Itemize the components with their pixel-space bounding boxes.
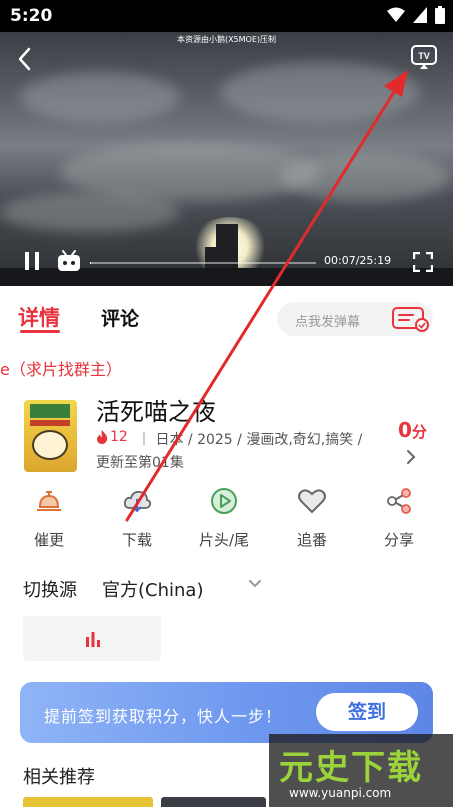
battery-icon	[435, 6, 445, 24]
danmaku-input[interactable]: 点我发弹幕	[277, 302, 433, 336]
action-download[interactable]: 下载	[97, 486, 177, 550]
svg-text:TV: TV	[418, 51, 430, 61]
tv-cast-icon[interactable]: TV	[410, 44, 438, 70]
chevron-right-icon[interactable]	[405, 448, 417, 466]
episode-item[interactable]	[23, 616, 161, 661]
video-watermark: 本资源由小鹅(X5MOE)压制	[176, 35, 277, 44]
heart-icon	[298, 489, 326, 514]
show-meta: ｜ 日本 / 2025 / 漫画改,奇幻,搞笑 /	[137, 432, 363, 448]
show-poster[interactable]	[24, 400, 77, 472]
action-follow[interactable]: 追番	[272, 486, 352, 550]
notice-text: e（求片找群主）	[0, 360, 122, 379]
action-intro-outro[interactable]: 片头/尾	[184, 486, 264, 550]
pause-icon[interactable]	[24, 252, 42, 272]
source-label: 切换源	[23, 580, 77, 601]
play-circle-icon	[211, 488, 237, 514]
signin-button[interactable]: 签到	[316, 693, 418, 731]
action-row: 催更 下载 片头/尾 追番 分享	[0, 486, 453, 550]
chevron-down-icon[interactable]	[246, 576, 264, 592]
back-arrow-icon[interactable]	[14, 46, 36, 72]
score-value: 0	[398, 418, 412, 442]
flame-icon	[97, 430, 108, 444]
action-label: 片头/尾	[198, 531, 250, 549]
progress-bar[interactable]	[90, 262, 316, 264]
bell-icon	[37, 491, 61, 511]
site-watermark-name: 元史下载	[279, 748, 423, 788]
source-select[interactable]: 官方(China)	[102, 576, 203, 602]
action-label: 分享	[383, 531, 414, 549]
danmaku-placeholder: 点我发弹幕	[295, 315, 361, 330]
share-icon	[387, 488, 411, 514]
action-label: 下载	[121, 531, 152, 549]
show-score: 0分	[398, 418, 427, 442]
playback-time: 00:07/25:19	[324, 254, 392, 267]
tab-comments[interactable]: 评论	[101, 304, 139, 331]
status-bar: 5:20	[0, 0, 453, 32]
site-watermark: 元史下载 www.yuanpi.com	[269, 734, 453, 807]
action-label: 追番	[296, 531, 327, 549]
detail-tabs: 详情 评论 点我发弹幕	[0, 286, 453, 346]
cloud-download-icon	[123, 490, 152, 513]
action-share[interactable]: 分享	[359, 486, 439, 550]
wifi-icon	[387, 7, 405, 22]
danmaku-settings-icon[interactable]	[391, 305, 431, 333]
site-watermark-url: www.yuanpi.com	[289, 786, 392, 800]
danmaku-toggle-icon[interactable]	[57, 250, 81, 272]
active-tab-indicator	[20, 330, 60, 333]
score-unit: 分	[411, 423, 427, 441]
signin-banner-text: 提前签到获取积分，快人一步！	[44, 707, 283, 726]
fullscreen-icon[interactable]	[413, 252, 433, 272]
action-urge-update[interactable]: 催更	[9, 486, 89, 550]
status-time: 5:20	[10, 6, 53, 26]
playing-bars-icon	[86, 632, 100, 647]
action-label: 催更	[33, 531, 64, 549]
recommend-thumb[interactable]	[161, 797, 266, 807]
recommend-title: 相关推荐	[23, 767, 95, 788]
show-title: 活死喵之夜	[96, 398, 216, 426]
tab-detail[interactable]: 详情	[18, 302, 60, 332]
heat-value: 12	[110, 429, 128, 445]
show-update-status: 更新至第01集	[96, 455, 184, 471]
progress-fill	[90, 262, 92, 264]
status-icons	[387, 6, 445, 24]
heat-count: 12	[96, 429, 128, 445]
cellular-signal-icon	[413, 7, 427, 23]
recommend-thumb[interactable]	[23, 797, 153, 807]
video-player[interactable]: 本资源由小鹅(X5MOE)压制 TV 00:07/25:19	[0, 32, 453, 286]
player-controls: 00:07/25:19	[0, 240, 453, 286]
